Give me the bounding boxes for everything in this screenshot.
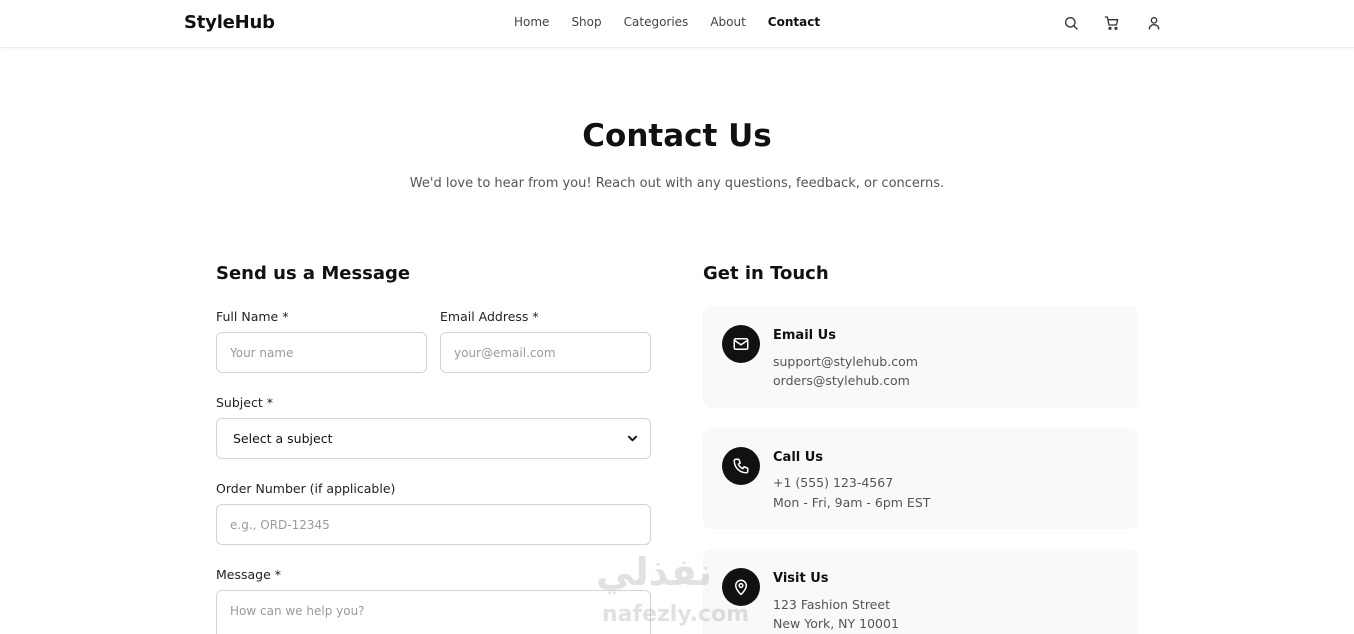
full-name-input[interactable] bbox=[216, 332, 427, 373]
subject-selected-value: Select a subject bbox=[233, 431, 333, 446]
chevron-down-icon bbox=[627, 435, 638, 442]
email-label: Email Address * bbox=[440, 309, 539, 324]
phone-number[interactable]: +1 (555) 123-4567 bbox=[773, 475, 893, 490]
page-subtitle: We'd love to hear from you! Reach out wi… bbox=[409, 176, 945, 191]
office-hours: Mon - Fri, 9am - 6pm EST bbox=[773, 495, 931, 510]
user-icon[interactable] bbox=[1145, 14, 1163, 32]
nav-home[interactable]: Home bbox=[514, 15, 549, 29]
message-textarea[interactable] bbox=[216, 590, 651, 634]
email-card-title: Email Us bbox=[773, 328, 836, 343]
subject-label: Subject * bbox=[216, 395, 273, 410]
subject-select[interactable]: Select a subject bbox=[216, 418, 651, 459]
cart-icon[interactable] bbox=[1103, 14, 1121, 32]
site-header: StyleHub Home Shop Categories About Cont… bbox=[0, 0, 1354, 48]
address-card-title: Visit Us bbox=[773, 571, 829, 586]
orders-email[interactable]: orders@stylehub.com bbox=[773, 373, 910, 388]
order-number-label: Order Number (if applicable) bbox=[216, 481, 396, 496]
support-email[interactable]: support@stylehub.com bbox=[773, 354, 918, 369]
email-input[interactable] bbox=[440, 332, 651, 373]
nav-shop[interactable]: Shop bbox=[571, 15, 601, 29]
nav-categories[interactable]: Categories bbox=[624, 15, 689, 29]
nav-about[interactable]: About bbox=[710, 15, 745, 29]
phone-icon bbox=[722, 447, 760, 485]
phone-card-title: Call Us bbox=[773, 450, 824, 465]
brand-logo[interactable]: StyleHub bbox=[184, 12, 275, 33]
email-card: Email Us support@stylehub.com orders@sty… bbox=[703, 306, 1138, 408]
mail-icon bbox=[722, 325, 760, 363]
get-in-touch-title: Get in Touch bbox=[703, 263, 829, 284]
address-card: Visit Us 123 Fashion Street New York, NY… bbox=[703, 549, 1138, 634]
nav-contact[interactable]: Contact bbox=[768, 15, 820, 29]
phone-card: Call Us +1 (555) 123-4567 Mon - Fri, 9am… bbox=[703, 428, 1138, 529]
watermark-arabic: نفذلي bbox=[596, 550, 713, 594]
address-street: 123 Fashion Street bbox=[773, 597, 890, 612]
search-icon[interactable] bbox=[1062, 14, 1080, 32]
address-city: New York, NY 10001 bbox=[773, 616, 899, 631]
order-number-input[interactable] bbox=[216, 504, 651, 545]
page-title: Contact Us bbox=[582, 118, 772, 154]
message-label: Message * bbox=[216, 567, 282, 582]
full-name-label: Full Name * bbox=[216, 309, 289, 324]
main-nav: Home Shop Categories About Contact bbox=[514, 15, 842, 29]
form-title: Send us a Message bbox=[216, 263, 411, 284]
map-pin-icon bbox=[722, 568, 760, 606]
